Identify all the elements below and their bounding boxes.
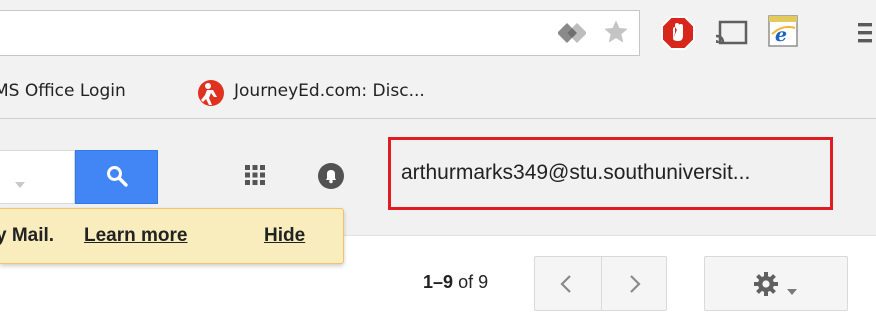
older-button[interactable] — [628, 274, 642, 299]
pager-divider — [601, 257, 602, 310]
address-bar[interactable] — [0, 10, 640, 56]
journeyed-logo-icon — [196, 78, 226, 113]
chevron-down-icon — [787, 282, 797, 300]
pager — [534, 256, 667, 311]
bookmark-ms-office-login[interactable]: MS Office Login — [0, 81, 126, 101]
adblock-icon[interactable] — [661, 16, 695, 55]
settings-button[interactable] — [704, 256, 848, 311]
translate-icon[interactable] — [557, 20, 587, 51]
hide-link[interactable]: Hide — [264, 225, 305, 247]
pagination-total: 9 — [478, 272, 489, 292]
pagination-count: 1–9 of 9 — [423, 272, 488, 293]
bookmarks-bar: MS Office Login JourneyEd.com: Disc... — [0, 67, 876, 119]
account-email: arthurmarks349@stu.southuniversit... — [401, 161, 751, 184]
star-icon[interactable] — [601, 18, 631, 51]
learn-more-link[interactable]: Learn more — [84, 225, 187, 247]
cast-icon[interactable] — [714, 19, 748, 52]
search-input[interactable] — [0, 150, 75, 204]
newer-button[interactable] — [559, 274, 573, 299]
gear-icon — [753, 271, 779, 302]
pagination-of: of — [458, 272, 474, 292]
search-button[interactable] — [75, 150, 158, 204]
search-options-caret-icon[interactable] — [15, 175, 25, 193]
chevron-left-icon — [560, 275, 571, 293]
search-icon — [106, 165, 128, 192]
ie-tab-icon[interactable]: e — [767, 14, 799, 53]
apps-grid-icon[interactable] — [245, 165, 265, 190]
menu-icon[interactable] — [858, 21, 872, 50]
pagination-range: 1–9 — [423, 272, 454, 292]
bookmark-journeyed[interactable]: JourneyEd.com: Disc... — [234, 81, 425, 101]
notice-text: y Mail. — [0, 225, 55, 246]
notifications-icon[interactable] — [318, 163, 344, 194]
account-button[interactable]: arthurmarks349@stu.southuniversit... — [388, 137, 833, 210]
chevron-right-icon — [630, 275, 641, 293]
browser-toolbar: e — [0, 0, 876, 67]
notice-banner: y Mail. Learn more Hide — [0, 208, 344, 264]
